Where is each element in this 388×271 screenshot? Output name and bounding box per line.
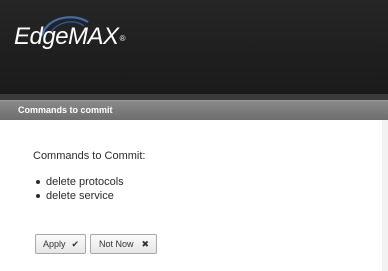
- not-now-button-label: Not Now: [99, 239, 134, 249]
- edgemax-logo: EdgeMAX®: [14, 10, 134, 54]
- apply-button[interactable]: Apply ✔: [35, 234, 86, 254]
- scrollbar-track[interactable]: [382, 120, 388, 271]
- list-item: delete service: [36, 189, 124, 203]
- commit-dialog: Commands to Commit: delete protocols del…: [0, 120, 388, 271]
- not-now-button[interactable]: Not Now ✖: [90, 234, 157, 254]
- command-list: delete protocols delete service: [36, 175, 124, 203]
- bullet-icon: [36, 180, 40, 184]
- command-text: delete protocols: [46, 176, 124, 188]
- list-item: delete protocols: [36, 175, 124, 189]
- logo-text: EdgeMAX®: [14, 23, 126, 50]
- command-text: delete service: [46, 190, 114, 202]
- commands-heading: Commands to Commit:: [33, 150, 146, 162]
- bullet-icon: [36, 194, 40, 198]
- apply-button-label: Apply: [43, 239, 66, 249]
- dialog-title: Commands to commit: [18, 105, 113, 115]
- checkmark-icon: ✔: [71, 239, 79, 249]
- app-window: EdgeMAX® Commands to commit Commands to …: [0, 0, 388, 271]
- close-icon: ✖: [141, 239, 149, 249]
- dialog-titlebar[interactable]: Commands to commit: [0, 100, 388, 120]
- app-header: EdgeMAX®: [0, 0, 388, 98]
